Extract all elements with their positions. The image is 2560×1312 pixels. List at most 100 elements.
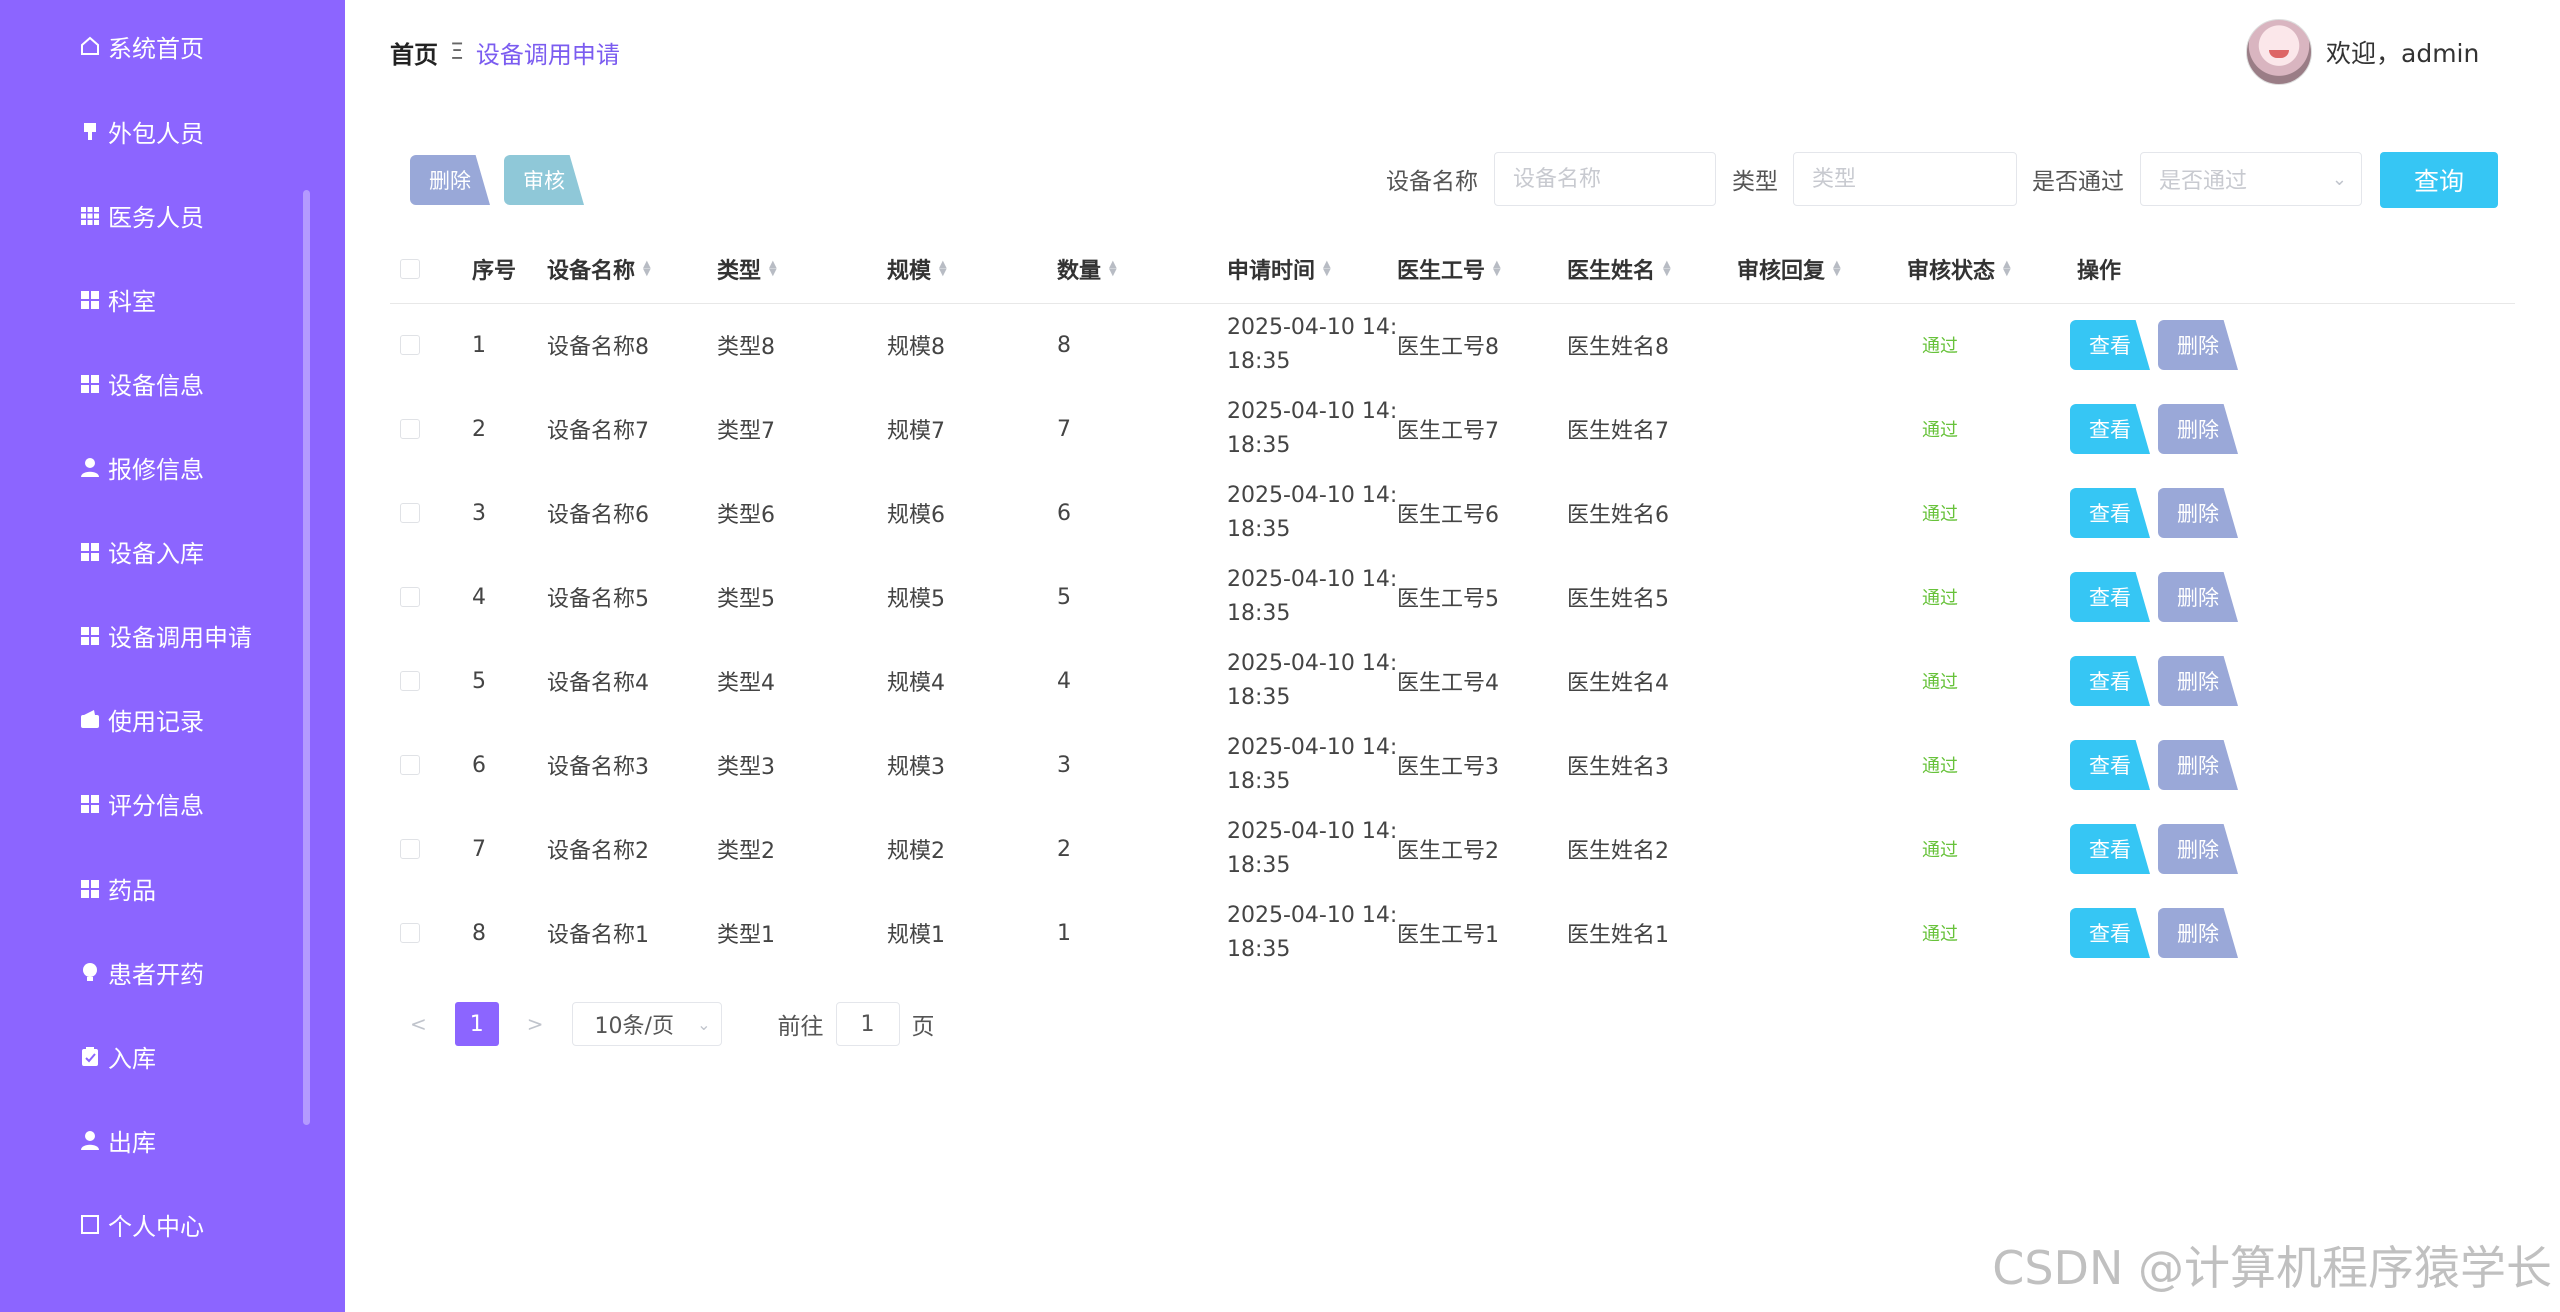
sidebar-item[interactable]: 出库 [78, 1112, 156, 1168]
view-button[interactable]: 查看 [2070, 572, 2150, 622]
sort-icon[interactable]: ▲ ▼ [1323, 260, 1331, 278]
column-header[interactable]: 数量 ▲ ▼ [1057, 235, 1117, 303]
column-header[interactable]: 审核状态 ▲ ▼ [1907, 235, 2011, 303]
sidebar-item[interactable]: 评分信息 [78, 775, 204, 831]
row-checkbox[interactable] [400, 839, 420, 859]
page-size-select[interactable]: 10条/页 ⌄ [571, 1002, 722, 1046]
row-checkbox-cell[interactable] [400, 303, 420, 387]
delete-button[interactable]: 删除 [2158, 404, 2238, 454]
table-row[interactable]: 8 设备名称1 类型1 规模1 1 2025-04-10 14: 18:35 医生工号1 医生姓… [390, 891, 2515, 975]
row-checkbox-cell[interactable] [400, 807, 420, 891]
row-checkbox[interactable] [400, 419, 420, 439]
table-row[interactable]: 3 设备名称6 类型6 规模6 6 2025-04-10 14: 18:35 医生工号6 医生姓… [390, 471, 2515, 555]
cell-name: 设备名称4 [547, 671, 649, 696]
sidebar-scrollbar[interactable] [303, 190, 310, 1125]
column-header[interactable]: 审核回复 ▲ ▼ [1737, 235, 1841, 303]
sort-icon[interactable]: ▲ ▼ [939, 260, 947, 278]
sort-icon[interactable]: ▲ ▼ [1493, 260, 1501, 278]
sort-icon[interactable]: ▲ ▼ [1663, 260, 1671, 278]
page-number-current[interactable]: 1 [454, 1002, 499, 1046]
sort-icon[interactable]: ▲ ▼ [2003, 260, 2011, 278]
sidebar-item[interactable]: 个人中心 [78, 1196, 204, 1252]
query-button[interactable]: 查询 [2380, 152, 2498, 208]
cell-idx: 8 [472, 920, 486, 946]
cell-time-line: 18:35 [1227, 517, 1291, 542]
column-header[interactable]: 规模 ▲ ▼ [887, 235, 947, 303]
sidebar-item[interactable]: 设备入库 [78, 523, 204, 579]
sidebar-item[interactable]: 外包人员 [78, 103, 204, 159]
column-header[interactable]: 设备名称 ▲ ▼ [547, 235, 651, 303]
sidebar-item[interactable]: 患者开药 [78, 944, 204, 1000]
sort-icon[interactable]: ▲ ▼ [1833, 260, 1841, 278]
user-box[interactable]: 欢迎，admin [2246, 18, 2479, 86]
row-checkbox-cell[interactable] [400, 639, 420, 723]
batch-delete-button[interactable]: 删除 [410, 155, 490, 205]
delete-button[interactable]: 删除 [2158, 908, 2238, 958]
view-button[interactable]: 查看 [2070, 740, 2150, 790]
cell-name: 设备名称8 [547, 335, 649, 360]
sidebar-item[interactable]: 科室 [78, 271, 156, 327]
view-button[interactable]: 查看 [2070, 320, 2150, 370]
column-header[interactable]: 医生姓名 ▲ ▼ [1567, 235, 1671, 303]
avatar[interactable] [2246, 19, 2312, 85]
table-row[interactable]: 1 设备名称8 类型8 规模8 8 2025-04-10 14: 18:35 医生工号8 医生姓… [390, 303, 2515, 387]
goto-page-input[interactable] [835, 1002, 900, 1046]
view-button[interactable]: 查看 [2070, 908, 2150, 958]
view-button[interactable]: 查看 [2070, 656, 2150, 706]
breadcrumb-home[interactable]: 首页 [390, 35, 438, 70]
table-row[interactable]: 7 设备名称2 类型2 规模2 2 2025-04-10 14: 18:35 医生工号2 医生姓… [390, 807, 2515, 891]
row-checkbox-cell[interactable] [400, 723, 420, 807]
delete-button[interactable]: 删除 [2158, 320, 2238, 370]
row-checkbox[interactable] [400, 755, 420, 775]
prev-page-button[interactable]: < [410, 1012, 427, 1036]
sidebar-item[interactable]: 系统首页 [78, 18, 204, 74]
delete-button[interactable]: 删除 [2158, 824, 2238, 874]
cell-scale: 规模1 [887, 923, 945, 948]
sidebar-item[interactable]: 设备信息 [78, 355, 204, 411]
cell-doc_name: 医生姓名7 [1567, 419, 1669, 444]
column-header[interactable]: 申请时间 ▲ ▼ [1227, 235, 1331, 303]
delete-button[interactable]: 删除 [2158, 656, 2238, 706]
row-checkbox[interactable] [400, 503, 420, 523]
sidebar-item[interactable]: 使用记录 [78, 691, 204, 747]
delete-button[interactable]: 删除 [2158, 572, 2238, 622]
sort-icon[interactable]: ▲ ▼ [1109, 260, 1117, 278]
row-checkbox-cell[interactable] [400, 555, 420, 639]
sidebar-item[interactable]: 医务人员 [78, 187, 204, 243]
column-header[interactable]: 类型 ▲ ▼ [717, 235, 777, 303]
sidebar-item[interactable]: 报修信息 [78, 439, 204, 495]
row-checkbox[interactable] [400, 587, 420, 607]
cell-status: 通过 [1922, 639, 1958, 723]
device-name-input[interactable] [1494, 152, 1716, 206]
row-checkbox[interactable] [400, 335, 420, 355]
row-checkbox-cell[interactable] [400, 387, 420, 471]
cell-time-line: 2025-04-10 14: [1227, 903, 1398, 928]
cell-status: 通过 [1922, 303, 1958, 387]
sort-icon[interactable]: ▲ ▼ [643, 260, 651, 278]
table-row[interactable]: 4 设备名称5 类型5 规模5 5 2025-04-10 14: 18:35 医生工号5 医生姓… [390, 555, 2515, 639]
next-page-button[interactable]: > [527, 1012, 544, 1036]
view-button[interactable]: 查看 [2070, 404, 2150, 454]
row-checkbox[interactable] [400, 671, 420, 691]
type-input[interactable] [1793, 152, 2017, 206]
select-all-checkbox[interactable] [400, 259, 420, 279]
view-button[interactable]: 查看 [2070, 488, 2150, 538]
audit-button[interactable]: 审核 [504, 155, 584, 205]
column-header[interactable]: 医生工号 ▲ ▼ [1397, 235, 1501, 303]
table-row[interactable]: 6 设备名称3 类型3 规模3 3 2025-04-10 14: 18:35 医生工号3 医生姓… [390, 723, 2515, 807]
select-all-checkbox-cell[interactable] [400, 235, 420, 303]
row-checkbox-cell[interactable] [400, 471, 420, 555]
row-checkbox[interactable] [400, 923, 420, 943]
delete-button[interactable]: 删除 [2158, 740, 2238, 790]
sidebar-item[interactable]: 设备调用申请 [78, 607, 252, 663]
sidebar-item[interactable]: 入库 [78, 1028, 156, 1084]
view-button[interactable]: 查看 [2070, 824, 2150, 874]
type-label: 类型 [1732, 169, 1778, 195]
sidebar-item[interactable]: 药品 [78, 860, 156, 916]
passed-select[interactable]: 是否通过 ⌄ [2140, 152, 2362, 206]
delete-button[interactable]: 删除 [2158, 488, 2238, 538]
table-row[interactable]: 5 设备名称4 类型4 规模4 4 2025-04-10 14: 18:35 医生工号4 医生姓… [390, 639, 2515, 723]
row-checkbox-cell[interactable] [400, 891, 420, 975]
table-row[interactable]: 2 设备名称7 类型7 规模7 7 2025-04-10 14: 18:35 医生工号7 医生姓… [390, 387, 2515, 471]
sort-icon[interactable]: ▲ ▼ [769, 260, 777, 278]
